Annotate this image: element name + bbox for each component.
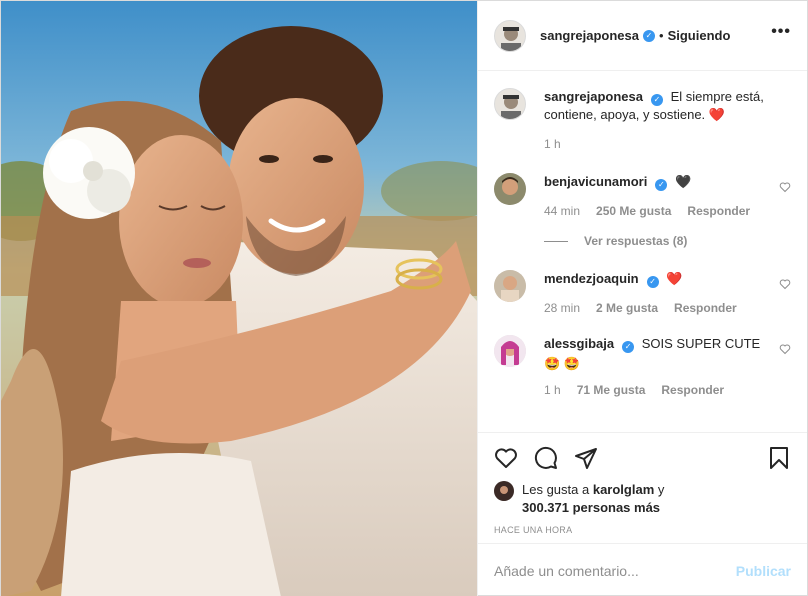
commenter-avatar[interactable] bbox=[494, 270, 526, 302]
view-replies-button[interactable]: Ver respuestas (8) bbox=[544, 234, 791, 248]
post-header: sangrejaponesa ✓ • Siguiendo ••• bbox=[478, 1, 807, 71]
verified-badge-icon: ✓ bbox=[646, 276, 659, 288]
header-separator: • bbox=[659, 28, 664, 43]
reply-button[interactable]: Responder bbox=[661, 381, 724, 399]
commenter-username[interactable]: alessgibaja bbox=[544, 336, 614, 351]
couple-photo bbox=[1, 1, 477, 596]
caption-time[interactable]: 1 h bbox=[544, 135, 561, 153]
comment-emojis: 🤩 🤩 bbox=[544, 356, 580, 371]
view-replies-label[interactable]: Ver respuestas (8) bbox=[584, 234, 687, 248]
comment-likes[interactable]: 250 Me gusta bbox=[596, 202, 671, 220]
comment-meta: 1 h 71 Me gusta Responder bbox=[544, 381, 769, 399]
comment-time[interactable]: 28 min bbox=[544, 299, 580, 317]
author-username[interactable]: sangrejaponesa bbox=[540, 28, 639, 43]
caption-username[interactable]: sangrejaponesa bbox=[544, 89, 643, 104]
bookmark-icon[interactable] bbox=[767, 446, 791, 470]
more-options-icon[interactable]: ••• bbox=[771, 24, 791, 40]
post-photo[interactable] bbox=[1, 1, 477, 596]
caption: sangrejaponesa ✓ El siempre está, contien… bbox=[494, 88, 791, 153]
liker-username[interactable]: karolglam bbox=[593, 482, 654, 497]
comment-input[interactable] bbox=[494, 562, 736, 579]
commenter-username[interactable]: mendezjoaquin bbox=[544, 271, 639, 286]
comment-meta: 28 min 2 Me gusta Responder bbox=[544, 299, 769, 317]
commenter-avatar[interactable] bbox=[494, 173, 526, 205]
post-actions: Les gusta a karolglam y 300.371 personas… bbox=[478, 432, 807, 542]
like-comment-heart-icon[interactable] bbox=[779, 181, 791, 193]
commenter-username[interactable]: benjavicunamori bbox=[544, 174, 647, 189]
verified-badge-icon: ✓ bbox=[655, 179, 668, 191]
likes-prefix: Les gusta a bbox=[522, 482, 590, 497]
like-comment-heart-icon[interactable] bbox=[779, 278, 791, 290]
author-avatar[interactable] bbox=[494, 19, 526, 52]
action-icons bbox=[494, 443, 791, 473]
likes-summary: Les gusta a karolglam y 300.371 personas… bbox=[494, 481, 791, 517]
commenter-avatar[interactable] bbox=[494, 335, 526, 367]
reply-button[interactable]: Responder bbox=[687, 202, 750, 220]
comment-text: 🖤 bbox=[674, 174, 692, 189]
caption-avatar[interactable] bbox=[494, 88, 526, 120]
comment-text: SOIS SUPER CUTE bbox=[641, 336, 761, 351]
comment-item: alessgibaja ✓ SOIS SUPER CUTE 🤩 🤩 1 h 71 … bbox=[494, 335, 791, 399]
likes-count[interactable]: 300.371 personas más bbox=[522, 500, 660, 515]
comment-time[interactable]: 44 min bbox=[544, 202, 580, 220]
comment-likes[interactable]: 2 Me gusta bbox=[596, 299, 658, 317]
liker-avatar[interactable] bbox=[494, 481, 514, 501]
comment-time[interactable]: 1 h bbox=[544, 381, 561, 399]
heart-icon[interactable] bbox=[494, 446, 518, 470]
likes-and: y bbox=[657, 482, 665, 497]
verified-badge-icon: ✓ bbox=[651, 94, 663, 106]
comment-item: benjavicunamori ✓ 🖤 44 min 250 Me gusta R… bbox=[494, 173, 791, 220]
replies-divider bbox=[544, 240, 568, 242]
comment-item: mendezjoaquin ✓ ❤️ 28 min 2 Me gusta Resp… bbox=[494, 270, 791, 317]
post-sidebar: sangrejaponesa ✓ • Siguiendo ••• sangrej… bbox=[477, 1, 807, 596]
caption-heart-emoji: ❤️ bbox=[708, 107, 725, 122]
comments-list: sangrejaponesa ✓ El siempre está, contien… bbox=[478, 72, 807, 432]
comment-icon[interactable] bbox=[534, 446, 558, 470]
caption-meta: 1 h bbox=[544, 135, 791, 153]
post-timestamp[interactable]: HACE UNA HORA bbox=[494, 525, 791, 535]
following-button[interactable]: Siguiendo bbox=[668, 28, 731, 43]
publish-button[interactable]: Publicar bbox=[736, 563, 791, 579]
instagram-post: sangrejaponesa ✓ • Siguiendo ••• sangrej… bbox=[0, 0, 808, 596]
comment-meta: 44 min 250 Me gusta Responder bbox=[544, 202, 769, 220]
verified-badge-icon: ✓ bbox=[622, 341, 635, 353]
comment-text: ❤️ bbox=[666, 271, 683, 286]
verified-badge-icon: ✓ bbox=[643, 29, 655, 42]
add-comment-bar: Publicar bbox=[478, 543, 807, 596]
comment-likes[interactable]: 71 Me gusta bbox=[577, 381, 646, 399]
like-comment-heart-icon[interactable] bbox=[779, 343, 791, 355]
share-icon[interactable] bbox=[574, 446, 598, 470]
reply-button[interactable]: Responder bbox=[674, 299, 737, 317]
